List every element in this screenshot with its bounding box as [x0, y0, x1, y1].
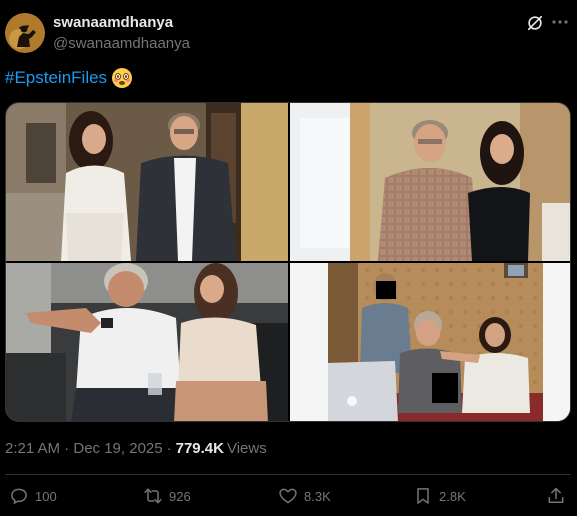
separator-dot: · — [166, 440, 172, 457]
more-horizontal-icon[interactable] — [550, 12, 570, 32]
media-photo-1[interactable] — [6, 103, 288, 261]
author-handle[interactable]: @swanaamdhaanya — [53, 35, 190, 52]
timestamp[interactable]: 2:21 AM · Dec 19, 2025 — [5, 440, 163, 457]
like-count: 8.3K — [304, 488, 331, 504]
bookmark-count: 2.8K — [439, 488, 466, 504]
bookmark-button[interactable]: 2.8K — [413, 486, 466, 506]
media-photo-4[interactable] — [290, 263, 570, 421]
action-bar: 100 926 8.3K 2.8K — [0, 484, 577, 510]
share-button[interactable] — [546, 486, 566, 506]
repost-button[interactable]: 926 — [143, 486, 191, 506]
heart-icon — [279, 488, 297, 504]
flushed-face-emoji — [112, 68, 133, 88]
grok-icon[interactable] — [526, 14, 544, 32]
author-avatar[interactable] — [5, 13, 45, 53]
like-button[interactable]: 8.3K — [278, 486, 331, 506]
views-label: Views — [226, 440, 267, 457]
repost-icon — [144, 488, 162, 504]
media-grid — [5, 102, 571, 422]
tweet-metadata: 2:21 AM · Dec 19, 2025 · 779.4K Views — [5, 440, 267, 457]
reply-count: 100 — [35, 488, 57, 504]
tweet-text: #EpsteinFiles — [5, 68, 133, 88]
hashtag-link[interactable]: #EpsteinFiles — [5, 68, 107, 88]
media-photo-3[interactable] — [6, 263, 288, 421]
author-display-name[interactable]: swanaamdhanya — [53, 14, 173, 31]
bookmark-icon — [417, 488, 429, 504]
share-icon — [548, 487, 564, 503]
reply-icon — [11, 488, 27, 504]
repost-count: 926 — [169, 488, 191, 504]
views-count: 779.4K — [175, 440, 224, 457]
divider — [5, 474, 571, 475]
reply-button[interactable]: 100 — [9, 486, 57, 506]
media-photo-2[interactable] — [290, 103, 570, 261]
tweet-post: swanaamdhanya @swanaamdhaanya #EpsteinFi… — [0, 0, 577, 516]
